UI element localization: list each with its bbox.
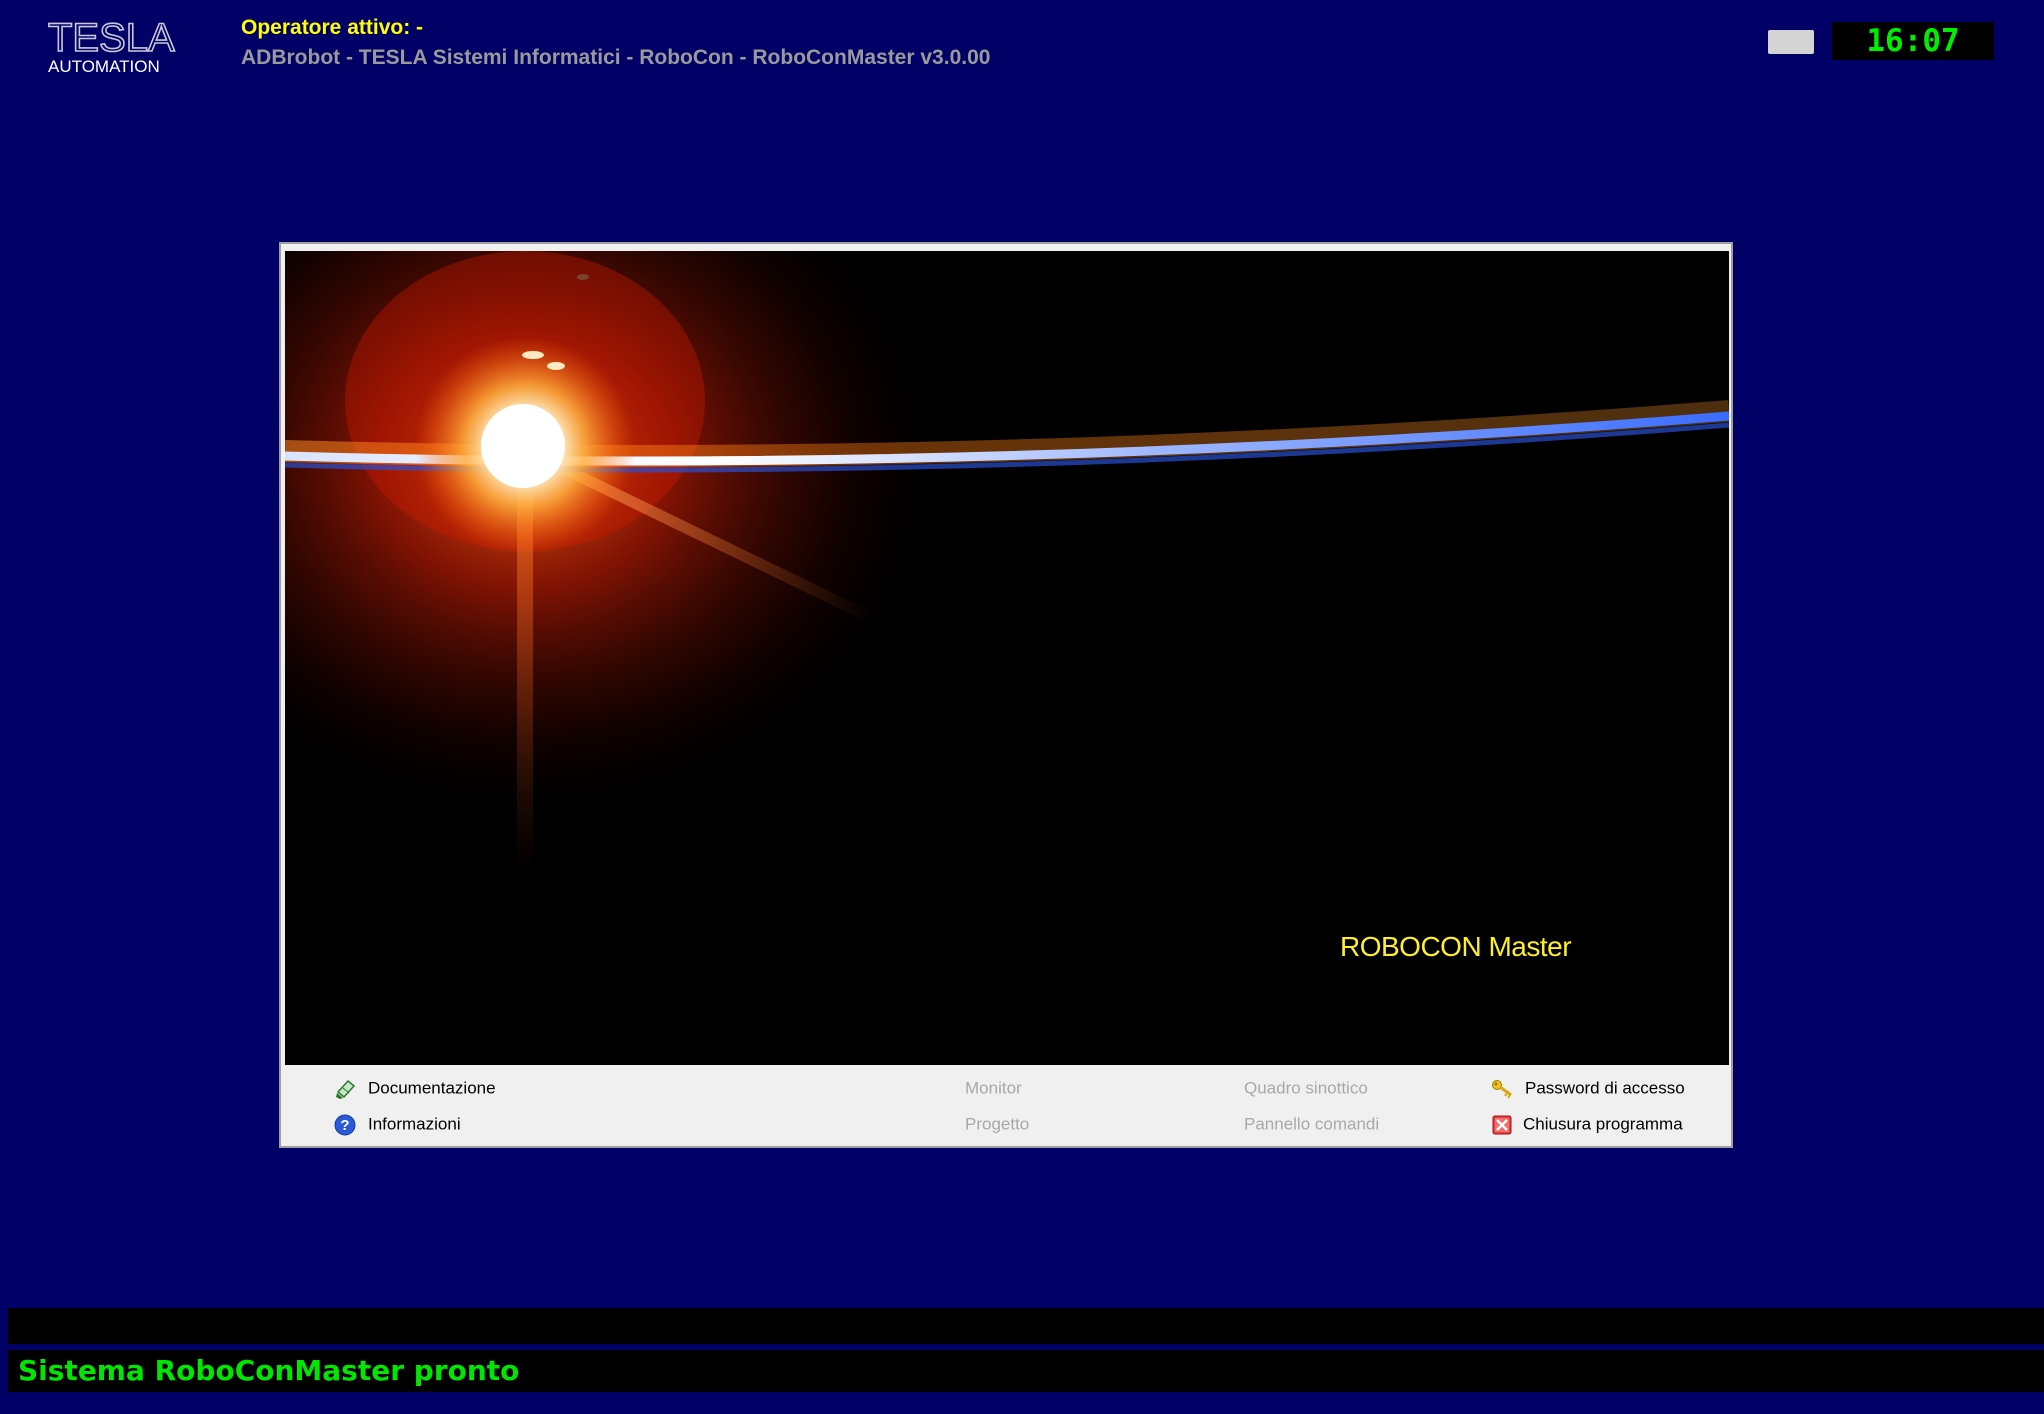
status-bar-secondary xyxy=(8,1308,2044,1344)
menu-label-progetto: Progetto xyxy=(965,1114,1030,1134)
menu-label-password: Password di accesso xyxy=(1525,1078,1685,1098)
menu-label-pannello-comandi: Pannello comandi xyxy=(1244,1114,1380,1134)
document-icon xyxy=(334,1078,356,1100)
menu-label-informazioni: Informazioni xyxy=(368,1114,461,1134)
clock-display: 16:07 xyxy=(1832,22,1994,60)
logo-wordmark: TESLA xyxy=(47,16,175,60)
menu-quadro-sinottico[interactable]: Quadro sinottico xyxy=(1244,1077,1368,1099)
help-icon: ? xyxy=(334,1114,356,1136)
key-icon xyxy=(1491,1078,1513,1100)
app-title: ADBrobot - TESLA Sistemi Informatici - R… xyxy=(241,46,991,69)
menu-password-di-accesso[interactable]: Password di accesso xyxy=(1491,1077,1685,1099)
tesla-automation-logo: TESLA AUTOMATION xyxy=(46,16,196,76)
menu-monitor[interactable]: Monitor xyxy=(965,1077,1022,1099)
close-icon xyxy=(1491,1114,1513,1136)
splash-image: ROBOCON Master xyxy=(285,251,1729,1065)
active-operator-label: Operatore attivo: - xyxy=(241,16,424,39)
menu-label-monitor: Monitor xyxy=(965,1078,1022,1098)
menu-label-quadro-sinottico: Quadro sinottico xyxy=(1244,1078,1368,1098)
status-indicator xyxy=(1768,30,1814,54)
logo-subtitle: AUTOMATION xyxy=(48,57,160,76)
splash-window: ROBOCON Master Documentazione ? Informaz… xyxy=(279,242,1733,1148)
status-bar: Sistema RoboConMaster pronto xyxy=(8,1350,2044,1392)
menu-label-chiusura: Chiusura programma xyxy=(1523,1114,1683,1134)
product-name: ROBOCON Master xyxy=(1340,931,1572,962)
menu-documentazione[interactable]: Documentazione xyxy=(334,1077,496,1099)
status-message: Sistema RoboConMaster pronto xyxy=(18,1354,520,1387)
menu-label-documentazione: Documentazione xyxy=(368,1078,496,1098)
svg-text:?: ? xyxy=(340,1117,349,1134)
menu-chiusura-programma[interactable]: Chiusura programma xyxy=(1491,1113,1683,1135)
menu-progetto[interactable]: Progetto xyxy=(965,1113,1029,1135)
menu-pannello-comandi[interactable]: Pannello comandi xyxy=(1244,1113,1379,1135)
menu-informazioni[interactable]: ? Informazioni xyxy=(334,1113,461,1136)
